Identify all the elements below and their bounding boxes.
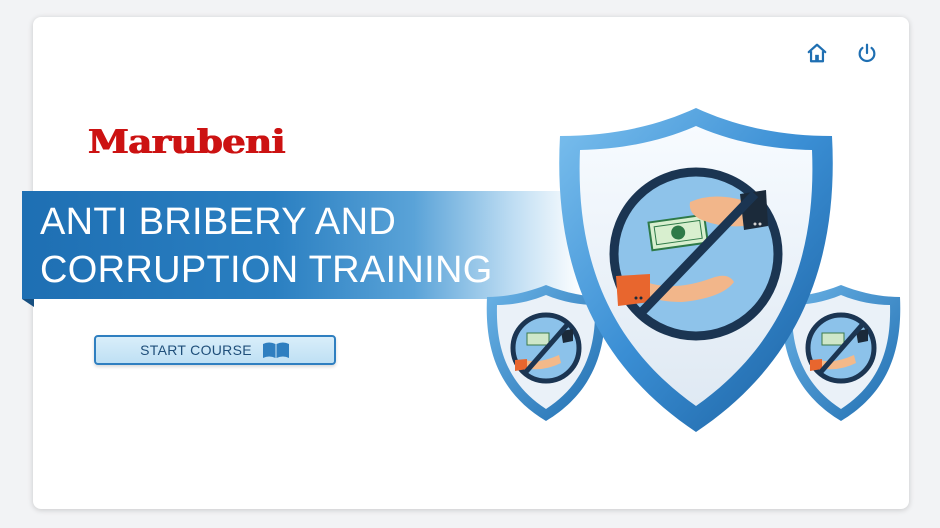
power-button[interactable] [854, 40, 880, 66]
home-button[interactable] [804, 40, 830, 66]
course-title: ANTI BRIBERY AND CORRUPTION TRAINING [40, 198, 493, 294]
start-course-button[interactable]: START COURSE [94, 335, 336, 365]
home-icon [807, 43, 827, 63]
course-title-line-2: CORRUPTION TRAINING [40, 249, 493, 291]
no-bribery-shield-illustration [559, 108, 833, 432]
course-title-line-1: ANTI BRIBERY AND [40, 201, 397, 243]
open-book-icon [262, 342, 289, 358]
power-icon [858, 43, 876, 63]
start-course-label: START COURSE [140, 342, 252, 358]
banner-fold [22, 299, 34, 307]
marubeni-logo: Marubeni [88, 122, 286, 161]
